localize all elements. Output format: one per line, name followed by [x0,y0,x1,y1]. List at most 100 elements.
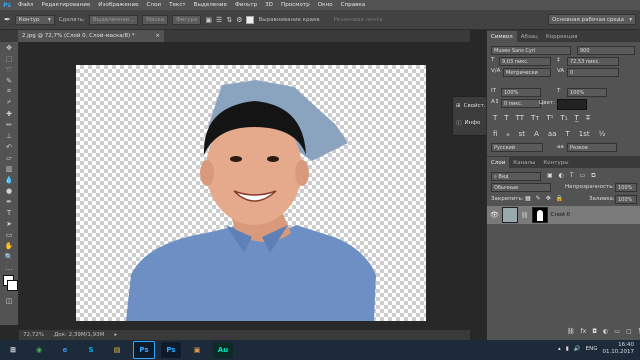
menu-filter[interactable]: Фильтр [231,2,261,8]
healing-brush-tool-icon[interactable]: ✚ [0,108,18,119]
path-alignment-icon[interactable]: ☰ [216,16,222,24]
align-edges-checkbox[interactable] [246,15,255,24]
taskbar-app-photoshop[interactable]: Ps [133,341,155,359]
strikethrough-icon[interactable]: T̶ [586,114,590,122]
tab-layers[interactable]: Слои [487,157,510,168]
tab-channels[interactable]: Каналы [509,157,539,168]
menu-3d[interactable]: 3D [261,2,277,8]
workspace-select[interactable]: Основная рабочая среда ▾ [548,14,636,25]
shape-button[interactable]: Фигура [172,14,202,25]
zoom-level[interactable]: 72,72% [23,332,44,338]
eraser-tool-icon[interactable]: ▱ [0,152,18,163]
rectangle-tool-icon[interactable]: ▭ [0,229,18,240]
menu-view[interactable]: Просмотр [277,2,314,8]
font-size-field[interactable]: 9,03 пикс. [499,57,551,66]
baseline-field[interactable]: 0 пикс. [501,99,541,108]
blend-mode-select[interactable]: Обычные [491,183,551,192]
language-indicator[interactable]: ENG [586,346,598,353]
filter-shape-icon[interactable]: ▭ [580,172,586,180]
color-swatches[interactable] [0,273,18,295]
ligature-icon[interactable]: fi [493,130,497,138]
blur-tool-icon[interactable]: 💧 [0,174,18,185]
language-select[interactable]: Русский [491,143,543,152]
layer-filter-select[interactable]: ⌕ Вид [491,172,541,181]
text-color-swatch[interactable] [557,99,587,110]
close-tab-icon[interactable]: × [155,33,160,39]
swash-icon[interactable]: st [519,130,525,138]
menu-type[interactable]: Текст [165,2,190,8]
layer-mask-thumbnail[interactable] [531,207,548,223]
pen-tool-icon[interactable]: ✒ [4,15,11,24]
more-tools-icon[interactable]: … [0,262,18,273]
menu-layers[interactable]: Слои [143,2,166,8]
font-family-select[interactable]: Museo Sans Cyrl [491,46,571,55]
volume-icon[interactable]: 🔊 [574,346,581,353]
dodge-tool-icon[interactable]: ● [0,185,18,196]
lock-pixels-icon[interactable]: ✎ [536,195,541,202]
tab-character[interactable]: Символ [487,31,517,42]
eye-visibility-icon[interactable]: 👁 [490,211,499,219]
path-operations-icon[interactable]: ▣ [205,16,212,24]
background-color-swatch[interactable] [7,280,18,291]
small-caps-icon[interactable]: Tт [531,114,539,122]
menu-select[interactable]: Выделение [190,2,231,8]
taskbar-app-skype[interactable]: S [81,342,101,358]
lock-position-icon[interactable]: ✥ [546,195,551,202]
chain-link-icon[interactable]: ⛓ [521,212,529,219]
path-selection-tool-icon[interactable]: ➤ [0,218,18,229]
antialias-select[interactable]: Резкое [567,143,617,152]
expand-arrow-icon[interactable]: ▸ [114,332,117,338]
tray-arrow-icon[interactable]: ▴ [558,346,561,353]
alternates-icon[interactable]: A [534,130,539,138]
crop-tool-icon[interactable]: ⌗ [0,86,18,97]
start-button[interactable]: ⊞ [3,342,23,358]
mode-select[interactable]: Контур ▾ [14,14,55,25]
lasso-tool-icon[interactable]: ➰ [0,64,18,75]
all-caps-icon[interactable]: TT [516,114,524,122]
filter-smart-icon[interactable]: ⧉ [591,172,595,180]
history-brush-tool-icon[interactable]: ↶ [0,141,18,152]
path-arrangement-icon[interactable]: ⇅ [226,16,232,24]
quick-mask-icon[interactable]: ◫ [0,295,18,306]
underline-icon[interactable]: T̲ [575,114,579,122]
lock-all-icon[interactable]: 🔒 [556,195,563,202]
move-tool-icon[interactable]: ✥ [0,42,18,53]
taskbar-app-audition[interactable]: Au [213,342,233,358]
marquee-tool-icon[interactable]: ⬚ [0,53,18,64]
clock[interactable]: 16:40 01.10.2017 [603,342,635,356]
faux-bold-icon[interactable]: T [493,114,497,122]
adjustment-icon[interactable]: ◐ [603,328,608,335]
pen-tool-icon[interactable]: ✒ [0,196,18,207]
taskbar-app-explorer[interactable]: ▤ [107,342,127,358]
menu-file[interactable]: Файл [14,2,37,8]
leading-field[interactable]: 72,53 пикс. [567,57,619,66]
info-panel-button[interactable]: ⓘ Инфо [453,114,487,131]
clone-stamp-tool-icon[interactable]: ⊥ [0,130,18,141]
taskbar-app-viewer[interactable]: ▣ [187,342,207,358]
zoom-tool-icon[interactable]: 🔍 [0,251,18,262]
superscript-icon[interactable]: T¹ [546,114,553,122]
subscript-icon[interactable]: T₁ [560,114,567,122]
filter-pixel-icon[interactable]: ▣ [547,172,553,180]
document-canvas[interactable] [76,65,426,321]
properties-panel-button[interactable]: ⊞ Свойст... [453,97,489,114]
eyedropper-tool-icon[interactable]: ⌿ [0,97,18,108]
new-group-icon[interactable]: ▭ [614,328,620,335]
filter-type-icon[interactable]: T [570,172,574,180]
menu-edit[interactable]: Редактирование [37,2,94,8]
kerning-field[interactable]: Метрически [503,68,551,77]
brush-tool-icon[interactable]: ✏ [0,119,18,130]
mask-button[interactable]: Маска [142,14,169,25]
taskbar-app-photoshop-2[interactable]: Ps [161,342,181,358]
hand-tool-icon[interactable]: ✋ [0,240,18,251]
add-mask-icon[interactable]: ◘ [592,328,597,335]
layer-row[interactable]: 👁 ⛓ Слой 0 [487,206,640,224]
tracking-field[interactable]: 0 [567,68,619,77]
network-icon[interactable]: ▮ [566,346,569,353]
vscale-field[interactable]: 100% [501,88,541,97]
fractions-icon[interactable]: 1st [579,130,590,138]
tab-paragraph[interactable]: Абзац [517,31,542,42]
link-layers-icon[interactable]: ⛓ [567,328,575,335]
quick-select-tool-icon[interactable]: ✎ [0,75,18,86]
half-icon[interactable]: ½ [599,130,606,138]
